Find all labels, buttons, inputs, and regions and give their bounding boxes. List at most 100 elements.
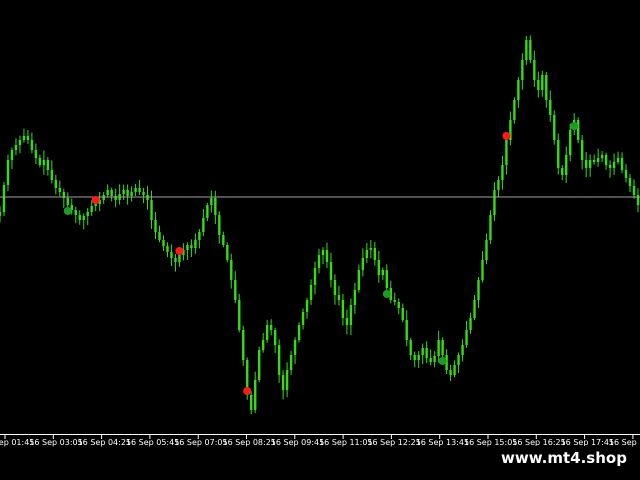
sell-signal-dot bbox=[175, 247, 184, 255]
candle-body bbox=[525, 40, 528, 60]
candle-body bbox=[329, 262, 333, 280]
sell-signal-dot bbox=[502, 132, 511, 140]
candle-body bbox=[194, 240, 197, 248]
candle-body bbox=[409, 340, 412, 355]
chart-background bbox=[0, 0, 640, 480]
candle-body bbox=[170, 252, 173, 258]
candle-body bbox=[473, 300, 476, 318]
candle-body bbox=[6, 160, 10, 185]
candle-body bbox=[361, 258, 365, 270]
time-tick-label: 16 Sep 08:25 bbox=[223, 438, 276, 447]
candle-body bbox=[277, 345, 281, 375]
time-tick-label: 16 Sep 12:25 bbox=[367, 438, 420, 447]
candle-body bbox=[433, 356, 436, 362]
candle-body bbox=[250, 395, 253, 410]
candle-body bbox=[337, 295, 341, 300]
candle-body bbox=[325, 250, 329, 262]
candle-body bbox=[588, 160, 592, 168]
candle-body bbox=[190, 245, 193, 248]
candle-body bbox=[457, 355, 460, 365]
candle-body bbox=[449, 370, 452, 375]
candle-body bbox=[238, 300, 241, 330]
candle-body bbox=[38, 158, 42, 165]
candle-body bbox=[497, 180, 500, 190]
candle-body bbox=[357, 270, 361, 290]
candle-body bbox=[138, 188, 141, 192]
candle-body bbox=[321, 250, 325, 255]
candle-body bbox=[110, 190, 113, 196]
candle-body bbox=[154, 220, 157, 232]
candle-body bbox=[541, 75, 544, 90]
candle-body bbox=[557, 140, 560, 168]
candle-body bbox=[596, 158, 600, 162]
candle-body bbox=[481, 260, 484, 280]
candle-body bbox=[174, 258, 177, 262]
time-tick-label: 16 Sep 04:25 bbox=[78, 438, 131, 447]
candle-body bbox=[158, 232, 161, 240]
candle-body bbox=[22, 136, 26, 140]
candle-body bbox=[393, 300, 396, 302]
candle-body bbox=[549, 100, 552, 115]
candle-body bbox=[580, 140, 584, 160]
candle-body bbox=[493, 190, 496, 215]
candle-body bbox=[66, 198, 69, 205]
candle-body bbox=[106, 190, 109, 195]
watermark-text: www.mt4.shop bbox=[496, 446, 632, 470]
price-chart[interactable]: 16 Sep 01:4516 Sep 03:0516 Sep 04:2516 S… bbox=[0, 0, 640, 480]
candle-body bbox=[30, 140, 34, 150]
candle-body bbox=[628, 178, 632, 186]
candle-body bbox=[365, 250, 369, 258]
candle-body bbox=[624, 170, 628, 178]
candle-body bbox=[94, 204, 97, 206]
candle-body bbox=[425, 348, 428, 358]
candle-body bbox=[130, 192, 133, 196]
candle-body bbox=[254, 380, 257, 410]
candle-body bbox=[242, 330, 245, 360]
candle-body bbox=[285, 370, 289, 390]
candle-body bbox=[521, 60, 524, 80]
candle-body bbox=[341, 300, 345, 318]
candle-body bbox=[405, 320, 408, 340]
candle-body bbox=[545, 75, 548, 100]
candle-body bbox=[437, 340, 440, 356]
candle-body bbox=[301, 312, 305, 325]
sell-signal-dot bbox=[91, 196, 100, 204]
candle-body bbox=[381, 270, 384, 275]
candle-body bbox=[537, 80, 540, 90]
chart-window[interactable]: 16 Sep 01:4516 Sep 03:0516 Sep 04:2516 S… bbox=[0, 0, 640, 480]
candle-body bbox=[616, 158, 620, 162]
candle-body bbox=[421, 348, 424, 355]
candle-body bbox=[569, 130, 572, 155]
candle-body bbox=[469, 318, 472, 330]
candle-body bbox=[14, 145, 18, 150]
candle-body bbox=[126, 190, 129, 196]
candle-body bbox=[600, 155, 604, 158]
candle-body bbox=[309, 285, 313, 300]
candle-body bbox=[333, 280, 337, 295]
candle-body bbox=[230, 260, 233, 280]
candle-body bbox=[134, 188, 137, 192]
candle-body bbox=[561, 168, 564, 175]
candle-body bbox=[281, 375, 285, 390]
candle-body bbox=[78, 215, 81, 220]
candle-body bbox=[122, 190, 125, 194]
candle-body bbox=[584, 160, 588, 168]
candle-body bbox=[198, 232, 201, 240]
candle-body bbox=[517, 80, 520, 100]
candle-body bbox=[82, 216, 85, 220]
candle-body bbox=[465, 330, 468, 345]
candle-body bbox=[489, 215, 492, 240]
candle-body bbox=[533, 60, 536, 80]
candle-body bbox=[86, 212, 89, 216]
candle-body bbox=[373, 248, 377, 260]
buy-signal-dot bbox=[570, 122, 579, 130]
candle-body bbox=[297, 325, 301, 340]
candle-body bbox=[345, 318, 349, 325]
candle-body bbox=[592, 160, 596, 162]
candle-body bbox=[202, 218, 205, 232]
candle-body bbox=[305, 300, 309, 312]
buy-signal-dot bbox=[382, 290, 391, 298]
candle-body bbox=[313, 268, 317, 285]
time-tick-label: 16 Sep 07:05 bbox=[174, 438, 227, 447]
candle-body bbox=[50, 170, 54, 180]
